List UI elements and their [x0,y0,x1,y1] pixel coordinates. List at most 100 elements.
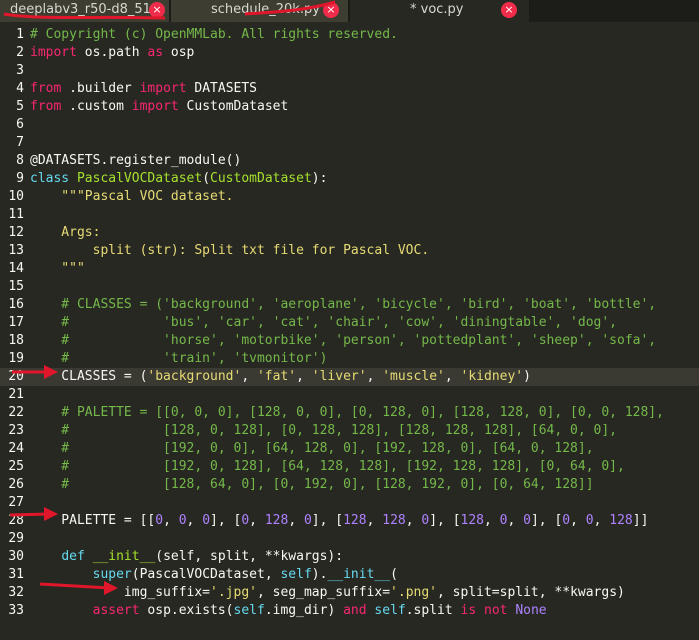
code-line[interactable]: 20 CLASSES = ('background', 'fat', 'live… [0,368,699,386]
code-line[interactable]: 21 [0,386,699,404]
code-line[interactable]: 24 # [192, 0, 0], [64, 128, 0], [192, 12… [0,440,699,458]
line-number: 33 [8,603,24,618]
code-token: , [186,513,203,528]
code-token: ]] [632,513,649,528]
code-token: 0 [202,513,211,528]
code-token: osp [163,45,195,60]
code-line[interactable]: 15 [0,278,699,296]
code-line[interactable]: 25 # [192, 0, 128], [64, 128, 128], [192… [0,458,699,476]
code-line[interactable]: 26 # [128, 64, 0], [0, 192, 0], [128, 19… [0,476,699,494]
tab-deeplabv3[interactable]: deeplabv3_r50-d8_51... × [0,0,170,22]
code-token: class [30,171,70,186]
code-line[interactable]: 11 [0,206,699,224]
code-line[interactable]: 4 from .builder import DATASETS [0,80,699,98]
close-icon[interactable]: × [323,2,339,18]
line-number: 24 [8,441,24,456]
code-line[interactable]: 6 [0,116,699,134]
code-token: 'kidney' [460,369,524,384]
code-token: ( [390,567,398,582]
code-text: # CLASSES = ('background', 'aeroplane', … [30,296,656,314]
code-token: 0 [499,513,508,528]
code-token: 0 [562,513,571,528]
code-token: , [296,369,312,384]
line-number: 8 [16,153,24,168]
line-number: 11 [8,207,24,222]
code-token: self [233,603,265,618]
code-line[interactable]: 18 # 'horse', 'motorbike', 'person', 'po… [0,332,699,350]
code-line[interactable]: 17 # 'bus', 'car', 'cat', 'chair', 'cow'… [0,314,699,332]
code-token: self [374,603,406,618]
close-icon[interactable]: × [149,2,165,18]
code-line[interactable]: 14 """ [0,260,699,278]
code-token: '.jpg' [210,585,257,600]
code-token: ], [ [429,513,461,528]
code-line[interactable]: 28 PALETTE = [[0, 0, 0], [0, 128, 0], [1… [0,512,699,530]
code-line[interactable]: 1 # Copyright (c) OpenMMLab. All rights r… [0,26,699,44]
code-line[interactable]: 31 super(PascalVOCDataset, self).__init_… [0,566,699,584]
code-text: # 'train', 'tvmonitor') [30,350,327,368]
code-text: super(PascalVOCDataset, self).__init__( [30,566,398,584]
code-line[interactable]: 33 assert osp.exists(self.img_dir) and s… [0,602,699,620]
code-token: '.png' [390,585,438,600]
code-token: from [30,99,62,114]
line-number: 23 [8,423,24,438]
code-line[interactable]: 8 @DATASETS.register_module() [0,152,699,170]
code-line[interactable]: 10 """Pascal VOC dataset. [0,188,699,206]
code-token: 0 [303,513,312,528]
tab-schedule[interactable]: schedule_20k.py × [171,0,349,22]
code-editor[interactable]: 1 # Copyright (c) OpenMMLab. All rights r… [0,22,699,640]
code-text: def __init__(self, split, **kwargs): [30,548,343,566]
code-line[interactable]: 30 def __init__(self, split, **kwargs): [0,548,699,566]
code-token: DATASETS [186,81,258,96]
line-number: 29 [8,531,24,546]
code-line[interactable]: 2 import os.path as osp [0,44,699,62]
code-token: and [343,603,367,618]
code-token: 'fat' [256,369,297,384]
code-token: , [405,513,422,528]
code-text: split (str): Split txt file for Pascal V… [30,242,430,260]
tab-voc[interactable]: * voc.py × [350,0,530,22]
code-token: CustomDataset [178,99,289,114]
code-line[interactable]: 32 img_suffix='.jpg', seg_map_suffix='.p… [0,584,699,602]
code-line[interactable]: 22 # PALETTE = [[0, 0, 0], [128, 0, 0], … [0,404,699,422]
code-line[interactable]: 7 [0,134,699,152]
line-number: 6 [16,117,24,132]
code-token: def [61,549,85,564]
code-token: 0 [178,513,187,528]
code-line[interactable]: 13 split (str): Split txt file for Pasca… [0,242,699,260]
code-token: ). [311,567,328,582]
code-text: from .custom import CustomDataset [30,98,288,116]
code-token: # [128, 0, 128], [0, 128, 128], [128, 12… [30,423,617,438]
code-token: ], [ [210,513,242,528]
code-line[interactable]: 9 class PascalVOCDataset(CustomDataset): [0,170,699,188]
tab-label: deeplabv3_r50-d8_51... [10,2,164,17]
code-token: .img_dir) [264,603,344,618]
code-token: .builder [61,81,140,96]
line-number: 27 [8,495,24,510]
code-token: # CLASSES = ('background', 'aeroplane', … [30,297,657,312]
code-token: 'muscle' [382,369,445,384]
line-number: 26 [8,477,24,492]
code-line[interactable]: 5 from .custom import CustomDataset [0,98,699,116]
code-token: None [515,603,547,618]
code-line[interactable]: 27 [0,494,699,512]
line-number: 16 [8,297,24,312]
code-line[interactable]: 29 [0,530,699,548]
code-token: , [593,513,610,528]
code-line[interactable]: 3 [0,62,699,80]
code-line[interactable]: 19 # 'train', 'tvmonitor') [0,350,699,368]
code-token: """ [30,261,85,276]
line-number: 10 [8,189,24,204]
code-line[interactable]: 23 # [128, 0, 128], [0, 128, 128], [128,… [0,422,699,440]
code-line[interactable]: 12 Args: [0,224,699,242]
code-token: 128 [343,513,367,528]
code-token: split (str): Split txt file for Pascal V… [30,243,430,258]
line-number: 32 [8,585,24,600]
code-token: .split [405,603,461,618]
code-line[interactable]: 16 # CLASSES = ('background', 'aeroplane… [0,296,699,314]
close-icon[interactable]: × [501,2,517,18]
code-text: # 'horse', 'motorbike', 'person', 'potte… [30,332,656,350]
